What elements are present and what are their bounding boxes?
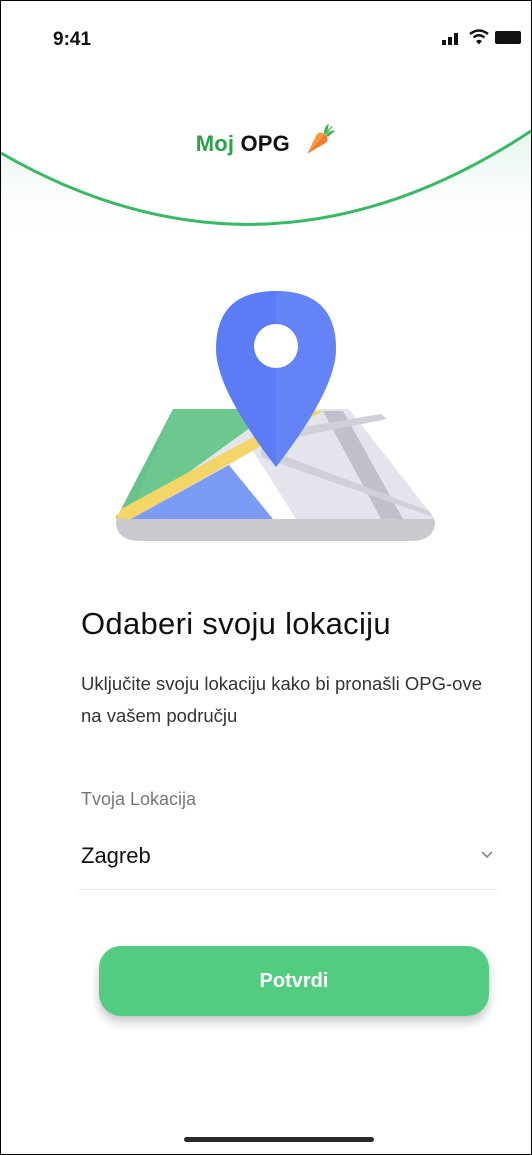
logo-opg: OPG — [240, 131, 290, 156]
location-field-label: Tvoja Lokacija — [81, 789, 197, 809]
app-logo: Moj OPG — [1, 123, 531, 157]
location-select[interactable]: Zagreb — [79, 829, 497, 890]
signal-icon — [442, 33, 458, 45]
status-time: 9:41 — [53, 29, 92, 50]
wifi-icon — [469, 29, 489, 45]
chevron-down-icon — [481, 851, 493, 859]
status-icons — [441, 29, 523, 45]
app-screen: 9:41 Moj OPG Odaberi svoju lokaciju Uklj… — [0, 0, 532, 1155]
page-title: Odaberi svoju lokaciju — [81, 606, 391, 641]
confirm-button[interactable]: Potvrdi — [99, 946, 489, 1016]
battery-icon — [495, 31, 521, 44]
home-indicator — [184, 1137, 374, 1142]
map-location-illustration — [116, 291, 435, 541]
page-description: Uključite svoju lokaciju kako bi pronašl… — [81, 673, 483, 726]
carrot-icon — [307, 124, 336, 154]
logo-moj: Moj — [195, 131, 235, 156]
location-select-value: Zagreb — [81, 843, 151, 868]
